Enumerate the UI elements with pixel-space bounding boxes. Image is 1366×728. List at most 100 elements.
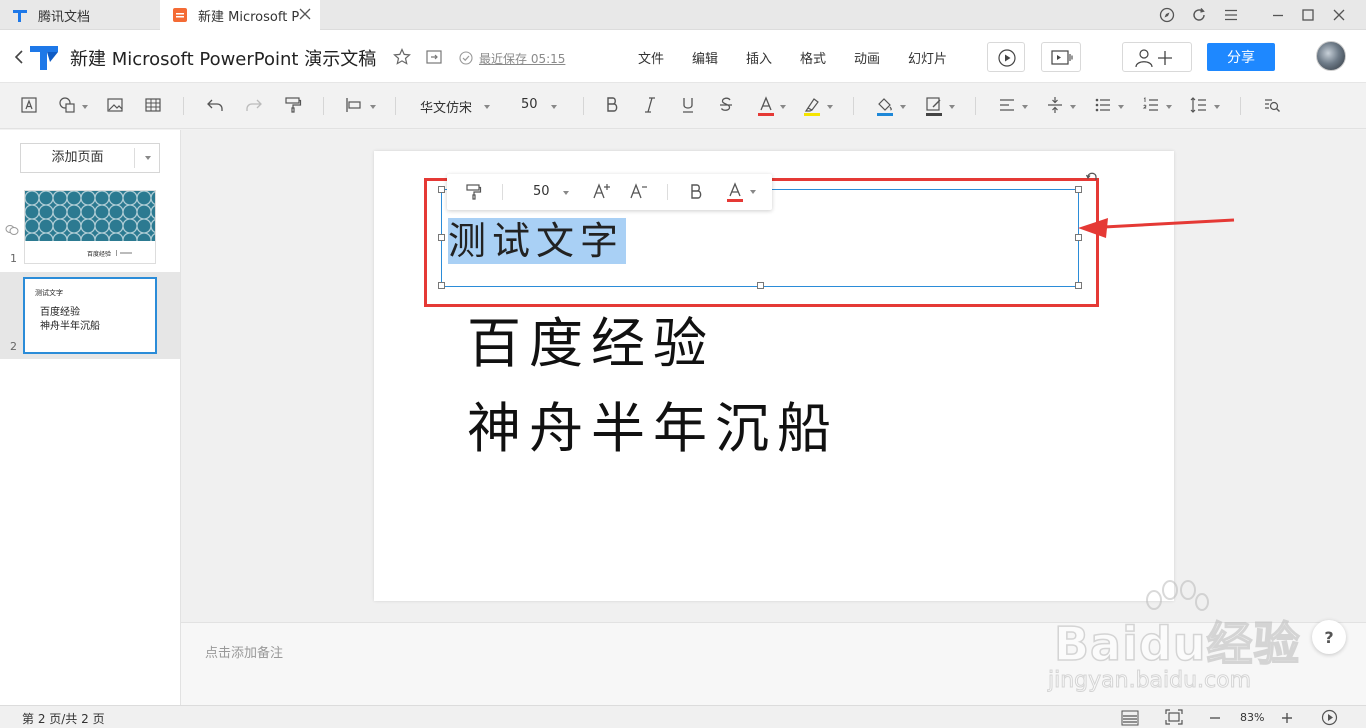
chevron-down-icon[interactable]	[1070, 105, 1076, 109]
menu-format[interactable]: 格式	[800, 48, 826, 67]
tencent-docs-logo-icon[interactable]	[30, 44, 58, 70]
avatar[interactable]	[1316, 41, 1346, 71]
body-text-line-2[interactable]: 神舟半年沉船	[467, 399, 839, 459]
minimize-icon[interactable]	[1270, 7, 1286, 23]
text-color-icon[interactable]	[726, 182, 744, 202]
align-objects-icon[interactable]	[345, 96, 363, 114]
chevron-down-icon[interactable]	[949, 105, 955, 109]
font-size-select[interactable]: 50	[521, 97, 538, 112]
zoom-out-icon[interactable]	[1208, 711, 1222, 725]
chevron-down-icon[interactable]	[1214, 105, 1220, 109]
text-box-icon[interactable]	[20, 96, 38, 114]
zoom-in-icon[interactable]	[1280, 711, 1294, 725]
menu-file[interactable]: 文件	[638, 48, 664, 67]
rotate-icon[interactable]	[1085, 169, 1099, 183]
body-text-line-1[interactable]: 百度经验	[467, 314, 715, 374]
slide-thumbnail-1[interactable]: 百度经验	[24, 190, 156, 264]
star-icon[interactable]	[393, 48, 411, 66]
selected-title-text[interactable]: 测试文字	[448, 218, 627, 264]
resize-handle[interactable]	[438, 282, 445, 289]
resize-handle[interactable]	[1075, 282, 1082, 289]
fit-to-window-icon[interactable]	[1165, 709, 1183, 725]
play-slideshow-icon[interactable]	[1321, 709, 1338, 726]
italic-icon[interactable]	[642, 96, 658, 114]
increase-font-size-icon[interactable]	[592, 182, 612, 200]
share-button[interactable]: 分享	[1207, 43, 1275, 71]
image-icon[interactable]	[106, 96, 124, 114]
notes-placeholder: 点击添加备注	[205, 646, 284, 661]
chevron-down-icon[interactable]	[563, 191, 569, 195]
menu-insert[interactable]: 插入	[746, 48, 772, 67]
add-page-button[interactable]: 添加页面	[20, 143, 160, 173]
save-status[interactable]: 最近保存 05:15	[479, 50, 565, 67]
invite-collaborator-button[interactable]	[1122, 42, 1192, 72]
notes-toggle-icon[interactable]	[1121, 710, 1139, 726]
chevron-down-icon[interactable]	[780, 105, 786, 109]
resize-handle[interactable]	[757, 282, 764, 289]
maximize-icon[interactable]	[1300, 7, 1316, 23]
chevron-down-icon[interactable]	[484, 105, 490, 109]
bold-icon[interactable]	[689, 183, 703, 201]
menu-icon[interactable]	[1223, 7, 1239, 23]
close-window-icon[interactable]	[1331, 7, 1347, 23]
tab-tencent-docs[interactable]: 腾讯文档	[0, 0, 160, 30]
menu-slideshow[interactable]: 幻灯片	[908, 48, 947, 67]
fill-color-icon[interactable]	[876, 96, 894, 116]
table-icon[interactable]	[144, 96, 162, 114]
refresh-icon[interactable]	[1191, 7, 1207, 23]
slide-canvas: 测试文字 50 百度经验 神舟半年沉船	[181, 130, 1366, 622]
font-family-select[interactable]: 华文仿宋	[420, 97, 472, 116]
floating-font-size[interactable]: 50	[533, 184, 550, 199]
chevron-down-icon[interactable]	[1118, 105, 1124, 109]
menu-animation[interactable]: 动画	[854, 48, 880, 67]
document-title[interactable]: 新建 Microsoft PowerPoint 演示文稿	[70, 45, 376, 71]
zoom-level[interactable]: 83%	[1240, 711, 1264, 724]
shapes-icon[interactable]	[58, 96, 76, 114]
presenter-button[interactable]	[1041, 42, 1081, 72]
close-tab-icon[interactable]	[298, 7, 312, 21]
line-spacing-icon[interactable]	[1190, 96, 1208, 114]
chevron-down-icon[interactable]	[1166, 105, 1172, 109]
chevron-down-icon[interactable]	[82, 105, 88, 109]
strikethrough-icon[interactable]	[718, 96, 734, 114]
slide-row-selected[interactable]: 2 测试文字 百度经验 神舟半年沉船	[0, 272, 180, 359]
chevron-down-icon[interactable]	[370, 105, 376, 109]
thumbnail-pattern	[25, 191, 155, 241]
bullet-list-icon[interactable]	[1094, 96, 1112, 114]
decrease-font-size-icon[interactable]	[629, 182, 649, 200]
chevron-down-icon[interactable]	[827, 105, 833, 109]
compass-icon[interactable]	[1159, 7, 1175, 23]
underline-icon[interactable]	[680, 96, 696, 114]
slide-thumbnail-2[interactable]: 测试文字 百度经验 神舟半年沉船	[23, 277, 157, 354]
tab-current-document[interactable]: 新建 Microsoft P	[160, 0, 320, 30]
comment-icon[interactable]	[5, 224, 19, 236]
chevron-down-icon[interactable]	[750, 190, 756, 194]
format-toolbar: 华文仿宋 50	[0, 83, 1366, 129]
speaker-notes-area[interactable]: 点击添加备注	[181, 622, 1366, 705]
text-color-icon[interactable]	[757, 96, 775, 116]
highlight-icon[interactable]	[803, 96, 821, 116]
play-button[interactable]	[987, 42, 1025, 72]
back-icon[interactable]	[14, 49, 24, 65]
resize-handle[interactable]	[438, 234, 445, 241]
redo-icon[interactable]	[245, 96, 263, 114]
find-replace-icon[interactable]	[1263, 96, 1281, 114]
format-painter-icon[interactable]	[284, 96, 302, 114]
resize-handle[interactable]	[1075, 186, 1082, 193]
resize-handle[interactable]	[438, 186, 445, 193]
numbered-list-icon[interactable]	[1142, 96, 1160, 114]
help-button[interactable]: ?	[1312, 620, 1346, 654]
menu-edit[interactable]: 编辑	[692, 48, 718, 67]
text-align-icon[interactable]	[998, 96, 1016, 114]
chevron-down-icon[interactable]	[900, 105, 906, 109]
vertical-align-icon[interactable]	[1046, 96, 1064, 114]
chevron-down-icon[interactable]	[145, 156, 151, 160]
format-painter-icon[interactable]	[466, 183, 482, 201]
bold-icon[interactable]	[604, 96, 620, 114]
move-to-folder-icon[interactable]	[426, 50, 442, 64]
chevron-down-icon[interactable]	[551, 105, 557, 109]
slide[interactable]: 测试文字 50 百度经验 神舟半年沉船	[374, 151, 1174, 601]
border-color-icon[interactable]	[925, 96, 943, 116]
chevron-down-icon[interactable]	[1022, 105, 1028, 109]
undo-icon[interactable]	[206, 96, 224, 114]
